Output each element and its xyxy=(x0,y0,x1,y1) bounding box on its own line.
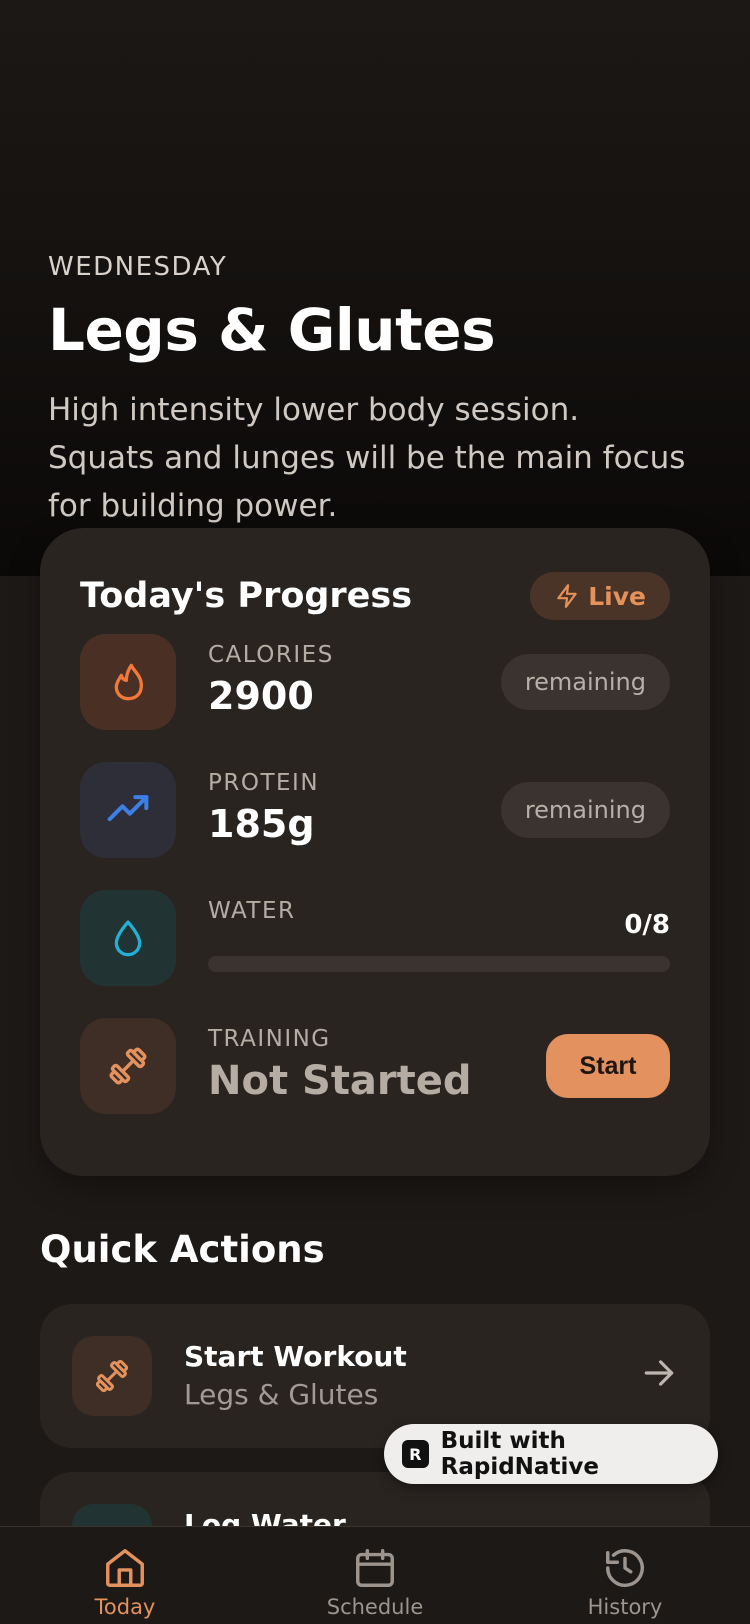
arrow-right-icon xyxy=(644,1360,674,1386)
calories-value: 2900 xyxy=(208,674,314,718)
tab-history[interactable]: History xyxy=(535,1545,715,1619)
trending-up-icon xyxy=(107,795,149,822)
protein-remaining-pill: remaining xyxy=(500,782,670,838)
lightning-icon xyxy=(557,584,577,608)
protein-label: PROTEIN xyxy=(208,770,320,796)
water-row: WATER 0/8 xyxy=(80,890,670,986)
day-label: WEDNESDAY xyxy=(48,252,228,282)
calories-icon-box xyxy=(80,634,176,730)
quick-actions-title: Quick Actions xyxy=(40,1228,325,1271)
history-icon xyxy=(606,1549,644,1587)
home-icon xyxy=(106,1549,144,1587)
training-icon-box xyxy=(80,1018,176,1114)
water-icon-box xyxy=(80,890,176,986)
built-with-badge[interactable]: R Built with RapidNative xyxy=(384,1424,718,1484)
protein-row: PROTEIN 185g remaining xyxy=(80,762,670,858)
bottom-tab-bar: Today Schedule History xyxy=(0,1526,750,1624)
tab-label: Schedule xyxy=(326,1595,424,1619)
protein-icon-box xyxy=(80,762,176,858)
water-label: WATER xyxy=(208,898,296,924)
progress-title: Today's Progress xyxy=(80,576,413,616)
today-screen: WEDNESDAY Legs & Glutes High intensity l… xyxy=(0,0,750,1624)
training-row: TRAINING Not Started Start xyxy=(80,1018,670,1114)
dumbbell-icon xyxy=(109,1047,147,1085)
progress-card: Today's Progress Live CALORIES 2900 rema… xyxy=(40,528,710,1176)
water-count: 0/8 xyxy=(624,910,670,940)
water-progress-bar xyxy=(208,956,670,972)
qa-sublabel: Legs & Glutes xyxy=(184,1378,379,1411)
workout-title: Legs & Glutes xyxy=(48,296,496,364)
protein-value: 185g xyxy=(208,802,315,846)
start-training-button[interactable]: Start xyxy=(546,1034,670,1098)
dumbbell-icon xyxy=(95,1359,129,1393)
qa-icon-box xyxy=(72,1336,152,1416)
tab-label: History xyxy=(587,1595,663,1619)
training-status: Not Started xyxy=(208,1058,472,1104)
live-badge: Live xyxy=(530,572,670,620)
workout-description: High intensity lower body session. Squat… xyxy=(48,392,686,524)
calories-row: CALORIES 2900 remaining xyxy=(80,634,670,730)
calendar-icon xyxy=(356,1549,394,1587)
qa-label: Start Workout xyxy=(184,1340,407,1373)
tab-label: Today xyxy=(94,1595,156,1619)
calories-label: CALORIES xyxy=(208,642,334,668)
rapidnative-logo-icon: R xyxy=(402,1440,429,1468)
water-drop-icon xyxy=(114,920,142,957)
flame-icon xyxy=(114,663,143,701)
tab-today[interactable]: Today xyxy=(35,1545,215,1619)
badge-label: Built with RapidNative xyxy=(440,1428,599,1480)
calories-remaining-pill: remaining xyxy=(500,654,670,710)
training-label: TRAINING xyxy=(208,1026,331,1052)
live-label: Live xyxy=(588,581,646,611)
tab-schedule[interactable]: Schedule xyxy=(285,1545,465,1619)
hero-section: WEDNESDAY Legs & Glutes High intensity l… xyxy=(0,0,750,576)
